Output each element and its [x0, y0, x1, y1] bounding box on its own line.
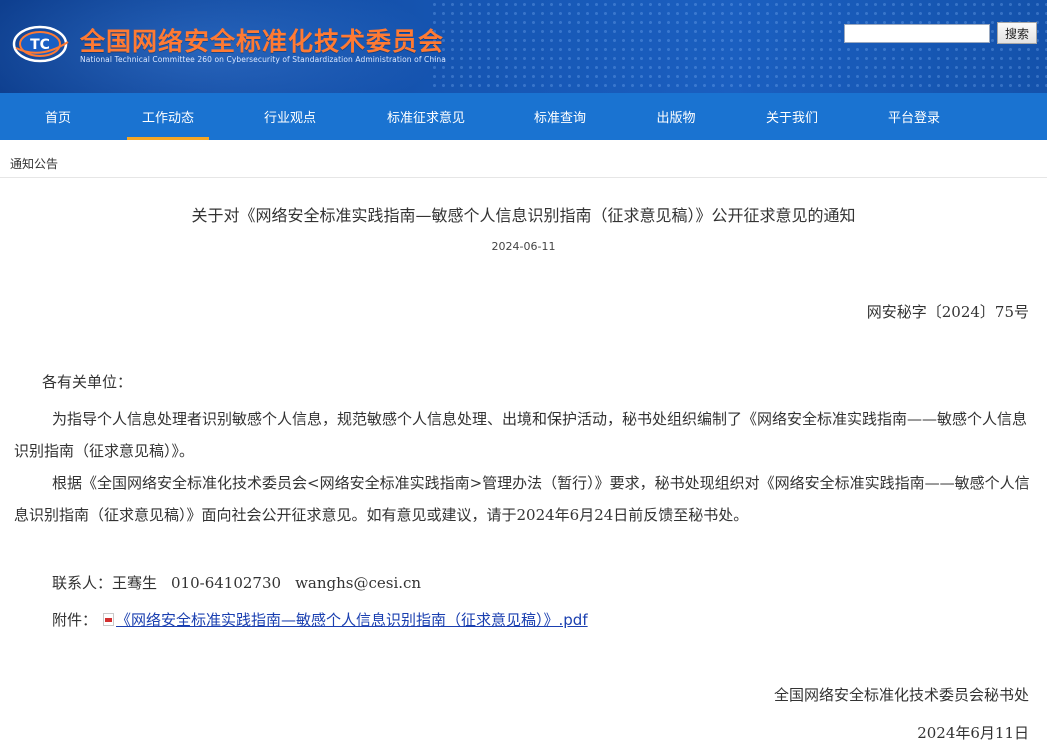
breadcrumb-item[interactable]: 通知公告	[10, 155, 58, 172]
logo-letters: TC	[30, 37, 50, 53]
contact-email: wanghs@cesi.cn	[295, 574, 422, 592]
nav-item-standard-comments[interactable]: 标准征求意见	[375, 93, 477, 140]
signature-date: 2024年6月11日	[917, 724, 1029, 742]
pdf-file-icon	[103, 613, 115, 626]
article-date: 2024-06-11	[491, 240, 556, 253]
paragraph-request: 根据《全国网络安全标准化技术委员会<网络安全标准实践指南>管理办法（暂行）》要求…	[14, 474, 1030, 524]
nav-item-industry-views[interactable]: 行业观点	[244, 93, 336, 140]
contact-phone: 010-64102730	[171, 574, 282, 592]
salutation: 各有关单位：	[42, 373, 133, 391]
attachment-line: 附件： 《网络安全标准实践指南—敏感个人信息识别指南（征求意见稿）》.pdf	[52, 604, 588, 636]
attachment-link[interactable]: 《网络安全标准实践指南—敏感个人信息识别指南（征求意见稿）》.pdf	[116, 611, 588, 629]
nav-item-platform-login[interactable]: 平台登录	[868, 93, 960, 140]
contact-line: 联系人：王骞生 010-64102730 wanghs@cesi.cn	[52, 567, 421, 599]
nav-item-home[interactable]: 首页	[12, 93, 104, 140]
nav-item-work-news[interactable]: 工作动态	[127, 93, 209, 140]
main-nav: 首页 工作动态 行业观点 标准征求意见 标准查询 出版物 关于我们 平台登录	[0, 93, 1047, 140]
document-number: 网安秘字〔2024〕75号	[866, 303, 1029, 321]
attachment-label: 附件：	[52, 611, 98, 629]
nav-item-about-us[interactable]: 关于我们	[746, 93, 838, 140]
search-button[interactable]: 搜索	[997, 22, 1037, 44]
nav-item-publications[interactable]: 出版物	[630, 93, 722, 140]
site-header: TC 全国网络安全标准化技术委员会 National Technical Com…	[0, 0, 1047, 93]
world-map-pattern	[430, 0, 1047, 93]
article-title: 关于对《网络安全标准实践指南—敏感个人信息识别指南（征求意见稿）》公开征求意见的…	[191, 206, 856, 225]
paragraph-purpose: 为指导个人信息处理者识别敏感个人信息，规范敏感个人信息处理、出境和保护活动，秘书…	[14, 410, 1028, 460]
site-title[interactable]: 全国网络安全标准化技术委员会	[80, 22, 444, 58]
tc-logo-icon[interactable]: TC	[12, 24, 72, 64]
search-input[interactable]	[844, 24, 990, 43]
breadcrumb: 通知公告	[0, 140, 1047, 178]
nav-item-standard-search[interactable]: 标准查询	[514, 93, 606, 140]
signature-organization: 全国网络安全标准化技术委员会秘书处	[773, 686, 1029, 704]
contact-person: 联系人：王骞生	[52, 574, 158, 592]
site-subtitle: National Technical Committee 260 on Cybe…	[80, 55, 446, 64]
